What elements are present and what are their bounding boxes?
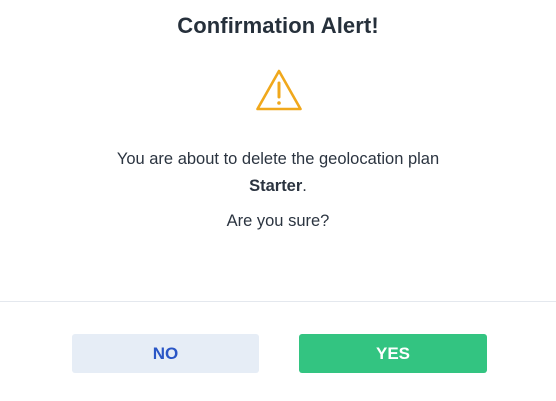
dialog-title: Confirmation Alert! xyxy=(177,13,379,38)
yes-button[interactable]: YES xyxy=(299,334,487,373)
warning-triangle-icon xyxy=(256,69,302,111)
footer-divider xyxy=(0,301,556,302)
message-text: You are about to delete the geolocation … xyxy=(116,150,440,168)
confirmation-question: Are you sure? xyxy=(226,212,330,230)
dialog-message: You are about to delete the geolocation … xyxy=(0,146,556,200)
plan-name: Starter xyxy=(249,177,303,195)
no-button[interactable]: NO xyxy=(72,334,259,373)
message-period: . xyxy=(302,177,307,195)
confirmation-dialog: Confirmation Alert! You are about to del… xyxy=(0,0,556,401)
